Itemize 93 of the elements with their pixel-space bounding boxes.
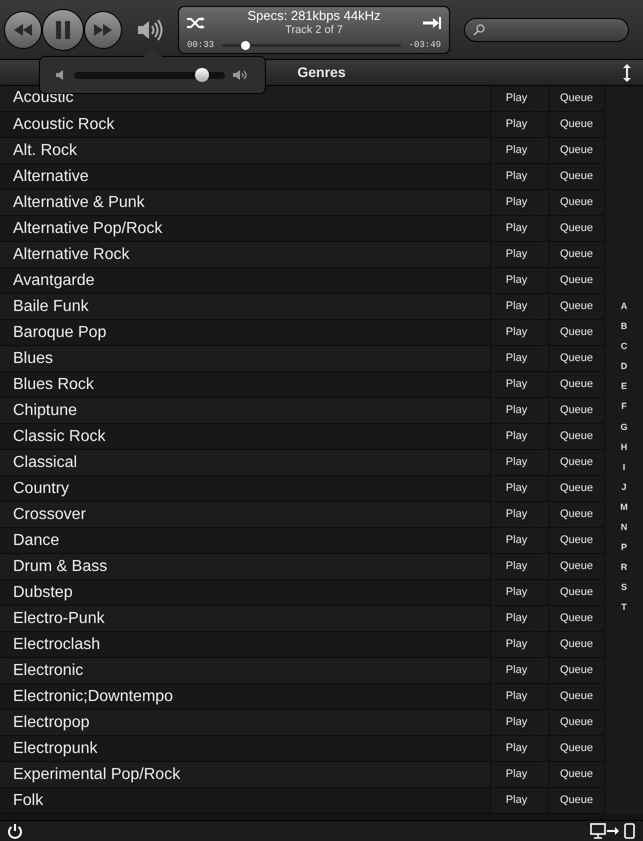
power-icon[interactable] <box>7 823 23 839</box>
genre-name: Electronic;Downtempo <box>13 686 174 706</box>
genre-row[interactable]: Alternative Pop/Rock Play Queue <box>0 216 604 242</box>
genre-name: Dance <box>13 530 60 550</box>
next-track-icon[interactable] <box>423 16 441 28</box>
shuffle-icon[interactable] <box>187 16 205 28</box>
genre-name: Electroclash <box>13 634 100 654</box>
genre-row[interactable]: Electropop Play Queue <box>0 710 604 736</box>
elapsed-time: 00:33 <box>187 38 214 52</box>
genre-row[interactable]: Electropunk Play Queue <box>0 736 604 762</box>
rewind-icon <box>14 24 32 36</box>
index-letter[interactable]: N <box>620 517 628 538</box>
genre-row[interactable]: Experimental Pop/Rock Play Queue <box>0 762 604 788</box>
genre-row[interactable]: Dance Play Queue <box>0 528 604 554</box>
genre-name: Experimental Pop/Rock <box>13 764 180 784</box>
genre-row[interactable]: Chiptune Play Queue <box>0 398 604 424</box>
progress-thumb[interactable] <box>241 40 250 50</box>
genre-name: Baile Funk <box>13 296 89 316</box>
genre-name: Electropop <box>13 712 90 732</box>
genre-name: Blues <box>13 348 54 368</box>
genre-name: Acoustic Rock <box>13 114 114 134</box>
genre-row[interactable]: Blues Play Queue <box>0 346 604 372</box>
index-letter[interactable]: B <box>620 316 628 336</box>
volume-high-icon <box>233 69 249 81</box>
index-letter[interactable]: I <box>622 456 626 477</box>
volume-low-icon <box>56 70 66 80</box>
index-letter[interactable]: E <box>620 376 627 396</box>
track-number: Track 2 of 7 <box>285 24 343 38</box>
rewind-button[interactable] <box>4 10 42 48</box>
monitor-to-phone-icon[interactable] <box>590 823 636 839</box>
genre-name: Dubstep <box>13 582 73 602</box>
genre-name: Alternative Rock <box>13 244 130 264</box>
remaining-time: -03:49 <box>408 38 441 52</box>
genre-name: Electropunk <box>13 738 98 758</box>
index-letter[interactable]: P <box>620 537 627 558</box>
index-letter[interactable]: H <box>620 436 628 457</box>
genre-row[interactable]: Electronic;Downtempo Play Queue <box>0 684 604 710</box>
index-letter[interactable]: J <box>621 476 626 497</box>
track-specs: Specs: 281kbps 44kHz <box>248 8 380 24</box>
genre-row[interactable]: Blues Rock Play Queue <box>0 372 604 398</box>
speaker-icon <box>136 18 164 40</box>
header-title: Genres <box>297 63 346 82</box>
genre-row[interactable]: Folk Play Queue <box>0 788 604 814</box>
genre-name: Alternative Pop/Rock <box>13 218 162 238</box>
genre-row[interactable]: Country Play Queue <box>0 476 604 502</box>
search-field[interactable] <box>464 18 629 42</box>
genre-name: Electronic <box>13 660 84 680</box>
volume-thumb[interactable] <box>195 68 210 82</box>
forward-button[interactable] <box>84 10 122 48</box>
genre-row[interactable]: Alternative Rock Play Queue <box>0 242 604 268</box>
genre-name: Baroque Pop <box>13 322 106 342</box>
genre-row[interactable]: Electronic Play Queue <box>0 658 604 684</box>
index-letter[interactable]: T <box>621 597 627 618</box>
genre-name: Blues Rock <box>13 374 94 394</box>
genre-name: Alt. Rock <box>13 140 78 160</box>
genre-row[interactable]: Dubstep Play Queue <box>0 580 604 606</box>
index-letter[interactable]: S <box>620 577 627 598</box>
pause-button[interactable] <box>42 8 84 50</box>
genre-row[interactable]: Crossover Play Queue <box>0 502 604 528</box>
genre-name: Crossover <box>13 504 86 524</box>
genre-name: Avantgarde <box>13 270 95 290</box>
genre-row[interactable]: Drum & Bass Play Queue <box>0 554 604 580</box>
index-letter[interactable]: G <box>620 416 628 437</box>
genre-row[interactable]: Electro-Punk Play Queue <box>0 606 604 632</box>
index-letter[interactable]: R <box>620 557 628 578</box>
genre-name: Chiptune <box>13 400 78 420</box>
genre-name: Drum & Bass <box>13 556 108 576</box>
index-letter[interactable]: A <box>620 296 628 316</box>
genre-row[interactable]: Baile Funk Play Queue <box>0 294 604 320</box>
genre-row[interactable]: Alternative & Punk Play Queue <box>0 190 604 216</box>
pause-icon <box>56 20 70 38</box>
genre-name: Country <box>13 478 70 498</box>
genre-row[interactable]: Classical Play Queue <box>0 450 604 476</box>
genre-row[interactable]: Baroque Pop Play Queue <box>0 320 604 346</box>
index-letter[interactable]: D <box>620 356 628 376</box>
sort-icon[interactable] <box>623 64 631 82</box>
genre-row[interactable]: Alternative Play Queue <box>0 164 604 190</box>
forward-icon <box>94 24 112 36</box>
genre-name: Folk <box>13 790 44 810</box>
genre-row[interactable]: Alt. Rock Play Queue <box>0 138 604 164</box>
genre-row[interactable]: Avantgarde Play Queue <box>0 268 604 294</box>
genre-row[interactable]: Acoustic Rock Play Queue <box>0 112 604 138</box>
genre-name: Alternative <box>13 166 89 186</box>
index-letter[interactable]: F <box>621 396 627 417</box>
index-letter[interactable]: C <box>620 336 628 356</box>
genre-row[interactable]: Electroclash Play Queue <box>0 632 604 658</box>
genre-name: Electro-Punk <box>13 608 105 628</box>
index-letter[interactable]: M <box>620 496 628 518</box>
search-icon <box>473 24 485 36</box>
genre-name: Alternative & Punk <box>13 192 145 212</box>
genre-name: Classical <box>13 452 78 472</box>
genre-name: Classic Rock <box>13 426 106 446</box>
genre-row[interactable]: Classic Rock Play Queue <box>0 424 604 450</box>
